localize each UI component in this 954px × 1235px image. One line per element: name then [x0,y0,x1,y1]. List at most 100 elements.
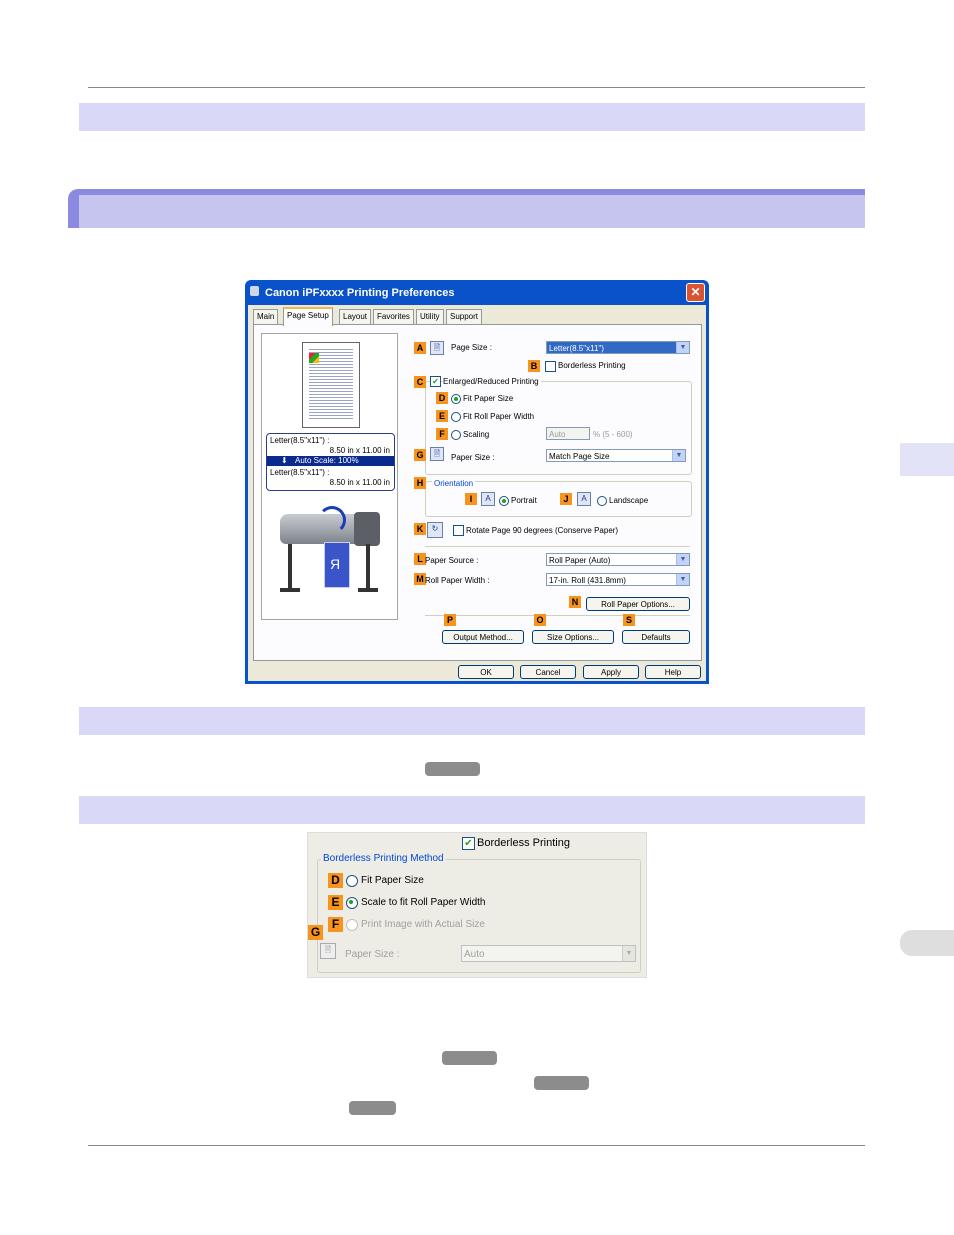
landscape-radio[interactable] [597,496,607,506]
key-e: E [328,895,343,910]
paper-size-label: Paper Size : [451,453,495,462]
key-j: J [560,493,572,505]
help-button[interactable]: Help [645,665,701,679]
section-header [68,189,865,228]
borderless-checkbox[interactable]: ✔ [462,837,475,850]
roll-width-select[interactable]: 17-in. Roll (431.8mm) ▼ [546,573,690,586]
scale-to-fit-label: Scale to fit Roll Paper Width [361,897,486,908]
paper-size-label: Paper Size : [345,949,400,960]
landscape-label: Landscape [609,496,649,505]
down-arrow-icon: ⬇ [281,456,288,465]
page-size-label: Page Size : [451,343,492,352]
apply-button[interactable]: Apply [583,665,639,679]
key-g: G [308,925,323,940]
page-size-select[interactable]: Letter(8.5"x11") ▼ [546,341,690,354]
key-f: F [436,428,448,440]
defaults-button[interactable]: Defaults [622,630,690,644]
preview-line-3: Auto Scale: 100% [295,456,359,465]
fit-roll-width-radio[interactable] [451,412,461,422]
printing-preferences-dialog: Canon iPFxxxx Printing Preferences ✕ Mai… [245,280,709,684]
enlarged-checkbox[interactable]: ✔ [430,376,441,387]
fit-paper-size-label: Fit Paper Size [463,394,514,403]
close-button[interactable]: ✕ [686,283,705,302]
paper-size-select[interactable]: Auto ▼ [461,945,636,962]
key-p: P [444,614,456,626]
key-c: C [414,376,426,388]
key-d: D [436,392,448,404]
chevron-down-icon: ▼ [622,946,635,961]
ok-button[interactable]: OK [458,665,514,679]
chevron-down-icon: ▼ [676,574,689,585]
size-info-box: Letter(8.5"x11") : 8.50 in x 11.00 in Au… [266,433,395,491]
bottom-rule [88,1145,865,1146]
auto-scale-bar: Auto Scale: 100% ⬇ [267,456,394,466]
actual-size-radio[interactable] [346,919,358,931]
scaling-range: % (5 - 600) [593,430,633,439]
borderless-label: Borderless Printing [477,837,570,849]
roll-options-button[interactable]: Roll Paper Options... [586,597,690,611]
landscape-icon: A [577,492,591,506]
tab-support[interactable]: Support [446,309,483,324]
page-size-icon: 🗎 [430,341,444,355]
section-band-1 [79,103,865,131]
button-marker-4 [349,1101,396,1115]
preview-line-2: 8.50 in x 11.00 in [329,446,390,455]
tab-utility[interactable]: Utility [416,309,444,324]
rotate-page-icon: ↻ [427,522,443,538]
dialog-body: Main Page Setup Layout Favorites Utility… [248,305,706,681]
page-preview [302,342,360,428]
paper-size-icon: 🗎 [430,447,444,461]
button-marker-2 [442,1051,497,1065]
key-i: I [465,493,477,505]
borderless-method-panel: ✔ Borderless Printing Borderless Printin… [307,832,647,978]
fit-paper-size-label: Fit Paper Size [361,875,424,886]
rotate-label: Rotate Page 90 degrees (Conserve Paper) [466,526,619,535]
button-marker-3 [534,1076,589,1090]
portrait-icon: A [481,492,495,506]
key-e: E [436,410,448,422]
top-rule [88,87,865,88]
scale-to-fit-radio[interactable] [346,897,358,909]
fit-roll-width-label: Fit Roll Paper Width [463,412,535,421]
dialog-title: Canon iPFxxxx Printing Preferences [265,287,455,299]
key-h: H [414,477,426,489]
fit-paper-size-radio[interactable] [451,394,461,404]
key-a: A [414,342,426,354]
scaling-spinbox[interactable]: Auto [546,427,590,440]
scaling-radio[interactable] [451,430,461,440]
tab-page-setup[interactable]: Page Setup [283,307,333,326]
key-o: O [534,614,546,626]
cancel-button[interactable]: Cancel [520,665,576,679]
preview-area: Letter(8.5"x11") : 8.50 in x 11.00 in Au… [261,333,398,620]
printer-illustration: R [274,504,386,609]
portrait-label: Portrait [511,496,537,505]
key-g: G [414,449,426,461]
preview-line-4: Letter(8.5"x11") : [270,468,330,477]
divider [425,615,690,616]
output-method-button[interactable]: Output Method... [442,630,524,644]
orientation-label: Orientation [432,479,476,488]
method-label: Borderless Printing Method [321,853,446,864]
paper-source-select[interactable]: Roll Paper (Auto) ▼ [546,553,690,566]
button-marker-1 [425,762,480,776]
rotate-checkbox[interactable] [453,525,464,536]
portrait-radio[interactable] [499,496,509,506]
tab-favorites[interactable]: Favorites [373,309,414,324]
roll-width-label: Roll Paper Width : [425,576,490,585]
printer-icon [250,286,259,296]
section-band-3 [79,796,865,824]
tab-main[interactable]: Main [253,309,279,324]
size-options-button[interactable]: Size Options... [532,630,614,644]
paper-size-select[interactable]: Match Page Size ▼ [546,449,686,462]
side-tab [900,930,954,956]
tab-layout[interactable]: Layout [339,309,372,324]
key-d: D [328,873,343,888]
paper-size-icon: 🗎 [320,943,336,959]
actual-size-label: Print Image with Actual Size [361,919,485,930]
key-n: N [569,596,581,608]
fit-paper-size-radio[interactable] [346,875,358,887]
color-image-icon [309,353,319,363]
scaling-label: Scaling [463,430,490,439]
key-k: K [414,523,426,535]
borderless-checkbox[interactable] [545,361,556,372]
